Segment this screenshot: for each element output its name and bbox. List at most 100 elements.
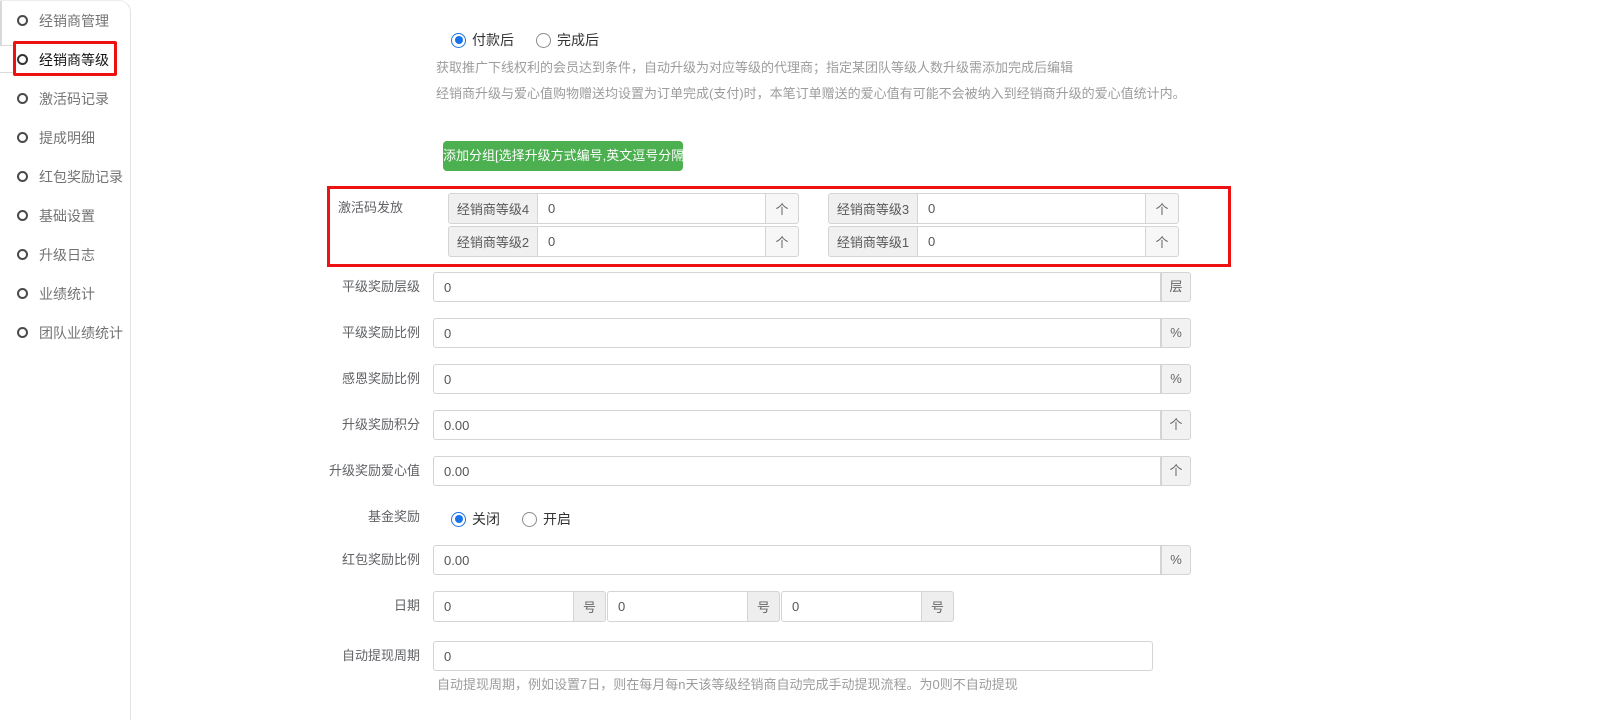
upgrade-timing-radio-group: 付款后 完成后 [451,30,599,50]
sidebar-item-label: 经销商管理 [39,11,109,31]
date-day-1-input[interactable] [433,591,574,622]
radio-selected-icon[interactable] [451,33,466,48]
radio-option-closed[interactable]: 关闭 [451,509,500,529]
radio-option-after-payment[interactable]: 付款后 [451,30,514,50]
unit-ge-addon: 个 [1145,226,1179,257]
radio-circle-icon [17,93,28,104]
field-label: 平级奖励层级 [280,272,420,302]
field-label-date: 日期 [280,591,420,621]
sidebar-item-label: 提成明细 [39,128,95,148]
unit-hao-addon: 号 [747,591,780,622]
add-group-button[interactable]: 添加分组[选择升级方式编号,英文逗号分隔] [443,141,683,171]
input-group-dealer-level-2: 经销商等级2 个 [448,226,799,257]
date-input-group-3: 号 [781,591,954,622]
sidebar-nav: 经销商管理 经销商等级 激活码记录 提成明细 红包奖励记录 基础设置 升级日志 [0,1,130,352]
form-row-upgrade-reward-points: 升级奖励积分 个 [131,410,1624,441]
form-row-gratitude-reward-ratio: 感恩奖励比例 % [131,364,1624,395]
sidebar-item-label: 升级日志 [39,245,95,265]
form-row-peer-reward-tier: 平级奖励层级 层 [131,272,1624,303]
field-label: 升级奖励爱心值 [280,456,420,486]
radio-selected-icon[interactable] [451,512,466,527]
sidebar-item-redpacket-reward-record[interactable]: 红包奖励记录 [0,157,130,196]
radio-label: 关闭 [472,509,500,529]
radio-label: 完成后 [557,30,599,50]
field-label-activation-codes: 激活码发放 [293,193,403,223]
unit-ge-addon: 个 [765,226,799,257]
upgrade-reward-love-value-input[interactable] [433,456,1161,486]
sidebar-item-team-performance-stats[interactable]: 团队业绩统计 [0,313,130,352]
peer-reward-ratio-input[interactable] [433,318,1161,348]
peer-reward-tier-input[interactable] [433,272,1161,302]
date-input-group-2: 号 [607,591,780,622]
field-label-fund-reward: 基金奖励 [280,502,420,532]
field-label: 自动提现周期 [280,641,420,671]
radio-unselected-icon[interactable] [536,33,551,48]
unit-ge-addon: 个 [765,193,799,224]
radio-circle-icon [17,327,28,338]
unit-ge-addon: 个 [1161,410,1191,440]
gratitude-reward-ratio-input[interactable] [433,364,1161,394]
input-prefix-label: 经销商等级4 [448,193,538,224]
help-text-love-value-note: 经销商升级与爱心值购物赠送均设置为订单完成(支付)时，本笔订单赠送的爱心值有可能… [436,83,1186,102]
sidebar-item-dealer-level[interactable]: 经销商等级 [0,40,130,79]
unit-percent-addon: % [1161,364,1191,394]
auto-withdraw-period-input[interactable] [433,641,1153,671]
radio-option-after-completion[interactable]: 完成后 [536,30,599,50]
form-row-peer-reward-ratio: 平级奖励比例 % [131,318,1624,349]
radio-option-open[interactable]: 开启 [522,509,571,529]
unit-hao-addon: 号 [921,591,954,622]
sidebar-item-activation-code-record[interactable]: 激活码记录 [0,79,130,118]
sidebar-item-performance-stats[interactable]: 业绩统计 [0,274,130,313]
radio-circle-icon [17,171,28,182]
sidebar-item-dealer-management[interactable]: 经销商管理 [0,1,130,40]
sidebar-item-label: 基础设置 [39,206,95,226]
unit-hao-addon: 号 [573,591,606,622]
radio-label: 付款后 [472,30,514,50]
input-group-dealer-level-4: 经销商等级4 个 [448,193,799,224]
fund-reward-radio-group: 关闭 开启 [451,509,571,529]
input-prefix-label: 经销商等级2 [448,226,538,257]
input-prefix-label: 经销商等级3 [828,193,918,224]
field-label: 红包奖励比例 [280,545,420,575]
dealer-level-2-input[interactable] [538,226,766,257]
radio-circle-icon [17,249,28,260]
sidebar-item-commission-detail[interactable]: 提成明细 [0,118,130,157]
sidebar-item-label: 业绩统计 [39,284,95,304]
radio-circle-icon [17,210,28,221]
unit-ceng-addon: 层 [1161,272,1191,302]
radio-circle-icon [17,54,28,65]
radio-unselected-icon[interactable] [522,512,537,527]
date-day-2-input[interactable] [607,591,748,622]
radio-circle-icon [17,132,28,143]
sidebar-item-label: 激活码记录 [39,89,109,109]
dealer-level-4-input[interactable] [538,193,766,224]
form-row-upgrade-reward-love-value: 升级奖励爱心值 个 [131,456,1624,487]
unit-percent-addon: % [1161,545,1191,575]
radio-circle-icon [17,15,28,26]
dealer-level-3-input[interactable] [918,193,1146,224]
sidebar-item-basic-settings[interactable]: 基础设置 [0,196,130,235]
sidebar-item-label: 红包奖励记录 [39,167,123,187]
dealer-level-1-input[interactable] [918,226,1146,257]
input-group-dealer-level-3: 经销商等级3 个 [828,193,1179,224]
sidebar-item-label: 团队业绩统计 [39,323,123,343]
radio-circle-icon [17,288,28,299]
date-input-group-1: 号 [433,591,606,622]
unit-ge-addon: 个 [1161,456,1191,486]
field-label: 感恩奖励比例 [280,364,420,394]
upgrade-reward-points-input[interactable] [433,410,1161,440]
date-day-3-input[interactable] [781,591,922,622]
field-label: 平级奖励比例 [280,318,420,348]
input-prefix-label: 经销商等级1 [828,226,918,257]
form-row-redpacket-reward-ratio: 红包奖励比例 % [131,545,1624,576]
sidebar: 经销商管理 经销商等级 激活码记录 提成明细 红包奖励记录 基础设置 升级日志 [0,0,131,720]
form-row-auto-withdraw-period: 自动提现周期 [131,641,1624,672]
sidebar-item-upgrade-log[interactable]: 升级日志 [0,235,130,274]
unit-ge-addon: 个 [1145,193,1179,224]
help-text-auto-withdraw: 自动提现周期，例如设置7日，则在每月每n天该等级经销商自动完成手动提现流程。为0… [437,674,1018,693]
redpacket-reward-ratio-input[interactable] [433,545,1161,575]
sidebar-item-label: 经销商等级 [39,50,109,70]
input-group-dealer-level-1: 经销商等级1 个 [828,226,1179,257]
field-label: 升级奖励积分 [280,410,420,440]
help-text-upgrade-condition: 获取推广下线权利的会员达到条件，自动升级为对应等级的代理商；指定某团队等级人数升… [436,57,1073,76]
